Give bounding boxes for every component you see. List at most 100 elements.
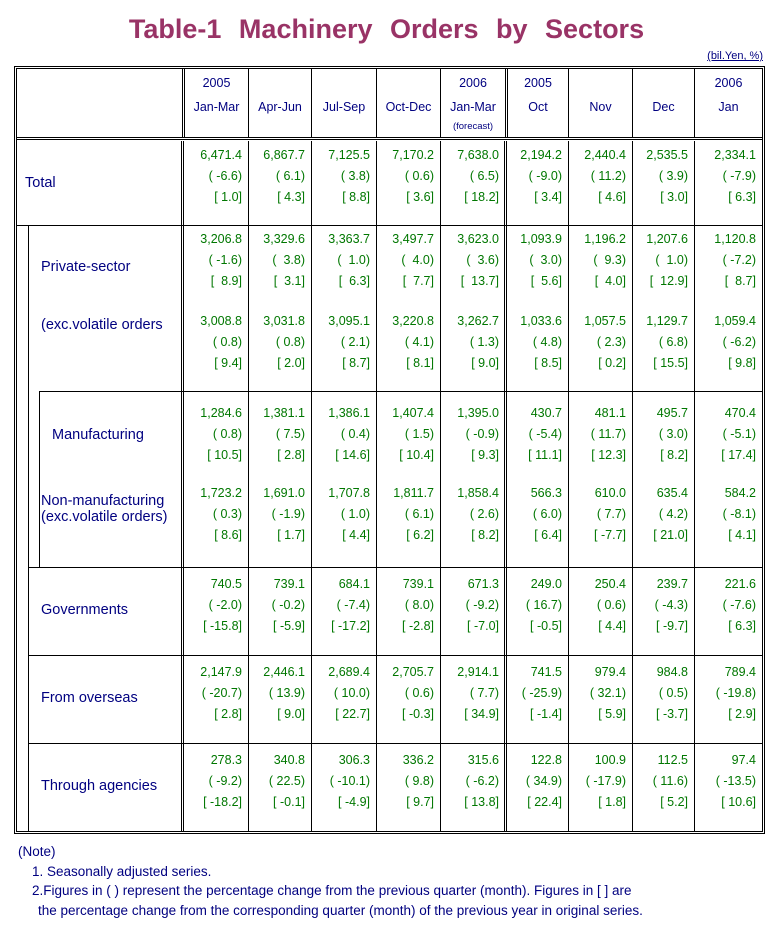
row-divider	[39, 391, 762, 392]
data-cell: 1,207.6 ( 1.0) [ 12.9]	[632, 229, 694, 292]
column-header: 2005 Oct	[505, 69, 568, 137]
data-cell: 3,262.7 ( 1.3) [ 9.0]	[440, 311, 505, 374]
change-prev-period: ( 7.7)	[469, 686, 499, 700]
change-prev-year: [ 6.3]	[728, 190, 756, 204]
data-cell: 3,220.8 ( 4.1) [ 8.1]	[376, 311, 440, 374]
order-value: 1,057.5	[584, 314, 626, 328]
change-prev-year: [ 8.6]	[214, 528, 242, 542]
order-value: 684.1	[338, 577, 370, 591]
column-header-year	[249, 71, 311, 95]
order-value: 250.4	[594, 577, 626, 591]
change-prev-year: [ 1.0]	[214, 190, 242, 204]
order-value: 3,031.8	[263, 314, 305, 328]
change-prev-period: ( 4.8)	[532, 335, 562, 349]
row-label: Through agencies	[41, 778, 157, 794]
change-prev-period: ( 6.5)	[469, 169, 499, 183]
order-value: 495.7	[656, 406, 688, 420]
data-cell: 584.2 ( -8.1) [ 4.1]	[694, 483, 762, 546]
row-divider	[17, 225, 762, 226]
order-value: 566.3	[530, 486, 562, 500]
change-prev-period: ( -7.4)	[336, 598, 370, 612]
data-cell: 3,329.6 ( 3.8) [ 3.1]	[248, 229, 311, 292]
row-divider	[28, 743, 762, 744]
change-prev-period: ( 3.0)	[529, 253, 562, 267]
order-value: 1,059.4	[714, 314, 756, 328]
notes-heading: (Note)	[18, 844, 56, 859]
order-value: 3,623.0	[457, 232, 499, 246]
change-prev-year: [ 6.2]	[406, 528, 434, 542]
order-value: 1,723.2	[200, 486, 242, 500]
order-value: 3,095.1	[328, 314, 370, 328]
machinery-orders-table: 2005 Jan-Mar Apr-Jun Jul-Sep Oct-Dec 2006 J…	[14, 66, 765, 834]
change-prev-year: [ -15.8]	[203, 619, 242, 633]
row-divider	[28, 567, 762, 568]
table-row: Total 6,471.4 ( -6.6) [ 1.0] 6,867.7 ( 6.1) [ …	[17, 141, 762, 225]
change-prev-year: [ 6.3]	[338, 274, 370, 288]
change-prev-period: ( -13.5)	[715, 774, 756, 788]
order-value: 1,093.9	[520, 232, 562, 246]
column-divider	[504, 141, 507, 831]
change-prev-year: [ 12.3]	[591, 448, 626, 462]
change-prev-period: ( 3.8)	[272, 253, 305, 267]
change-prev-period: ( 3.9)	[658, 169, 688, 183]
data-cell: 2,535.5 ( 3.9) [ 3.0]	[632, 145, 694, 208]
order-value: 739.1	[402, 577, 434, 591]
row-label: Governments	[41, 602, 128, 618]
change-prev-year: [ 9.3]	[471, 448, 499, 462]
change-prev-period: ( -20.7)	[201, 686, 242, 700]
order-value: 584.2	[724, 486, 756, 500]
order-value: 97.4	[731, 753, 756, 767]
change-prev-year: [ 8.2]	[471, 528, 499, 542]
change-prev-year: [ 8.8]	[342, 190, 370, 204]
data-cell: 3,095.1 ( 2.1) [ 8.7]	[311, 311, 376, 374]
data-cell: 2,689.4 ( 10.0) [ 22.7]	[311, 662, 376, 725]
data-cell: 1,059.4 ( -6.2) [ 9.8]	[694, 311, 762, 374]
data-cell: 984.8 ( 0.5) [ -3.7]	[632, 662, 694, 725]
order-value: 306.3	[338, 753, 370, 767]
table-row: From overseas 2,147.9 ( -20.7) [ 2.8] 2,446.…	[17, 655, 762, 743]
change-prev-period: ( 2.3)	[596, 335, 626, 349]
column-header-year	[569, 71, 632, 95]
order-value: 3,363.7	[328, 232, 370, 246]
change-prev-period: ( -17.9)	[585, 774, 626, 788]
column-header-period: Oct	[528, 100, 548, 114]
data-cell: 250.4 ( 0.6) [ 4.4]	[568, 574, 632, 637]
order-value: 2,334.1	[714, 148, 756, 162]
order-value: 3,329.6	[263, 232, 305, 246]
table-header-row: 2005 Jan-Mar Apr-Jun Jul-Sep Oct-Dec 2006 J…	[17, 69, 762, 137]
order-value: 1,207.6	[646, 232, 688, 246]
order-value: 1,858.4	[457, 486, 499, 500]
data-cell: 635.4 ( 4.2) [ 21.0]	[632, 483, 694, 546]
change-prev-period: ( -5.1)	[722, 427, 756, 441]
change-prev-year: [ 8.1]	[406, 356, 434, 370]
change-prev-period: ( 1.5)	[404, 427, 434, 441]
order-value: 239.7	[656, 577, 688, 591]
change-prev-year: [ 10.4]	[399, 448, 434, 462]
order-value: 2,689.4	[328, 665, 370, 679]
change-prev-period: ( 1.0)	[337, 253, 370, 267]
order-value: 340.8	[273, 753, 305, 767]
data-cell: 739.1 ( 8.0) [ -2.8]	[376, 574, 440, 637]
change-prev-period: ( 7.5)	[275, 427, 305, 441]
data-cell: 3,008.8 ( 0.8) [ 9.4]	[182, 311, 248, 374]
order-value: 3,206.8	[200, 232, 242, 246]
change-prev-year: [ 3.0]	[660, 190, 688, 204]
order-value: 1,284.6	[200, 406, 242, 420]
data-cell: 495.7 ( 3.0) [ 8.2]	[632, 403, 694, 466]
change-prev-year: [ 2.9]	[728, 707, 756, 721]
column-header-period: Jul-Sep	[322, 100, 366, 114]
change-prev-year: [ 13.7]	[460, 274, 499, 288]
change-prev-year: [ 9.0]	[471, 356, 499, 370]
order-value: 789.4	[724, 665, 756, 679]
table-row: Governments 740.5 ( -2.0) [ -15.8] 739.1 ( -0…	[17, 567, 762, 655]
data-cell: 684.1 ( -7.4) [ -17.2]	[311, 574, 376, 637]
order-value: 2,147.9	[200, 665, 242, 679]
change-prev-year: [ 15.5]	[653, 356, 688, 370]
column-header: 2006 Jan	[694, 69, 762, 137]
change-prev-period: ( -6.2)	[722, 335, 756, 349]
change-prev-year: [ 8.7]	[342, 356, 370, 370]
order-value: 739.1	[273, 577, 305, 591]
order-value: 278.3	[210, 753, 242, 767]
order-value: 984.8	[656, 665, 688, 679]
change-prev-year: [ 22.4]	[527, 795, 562, 809]
